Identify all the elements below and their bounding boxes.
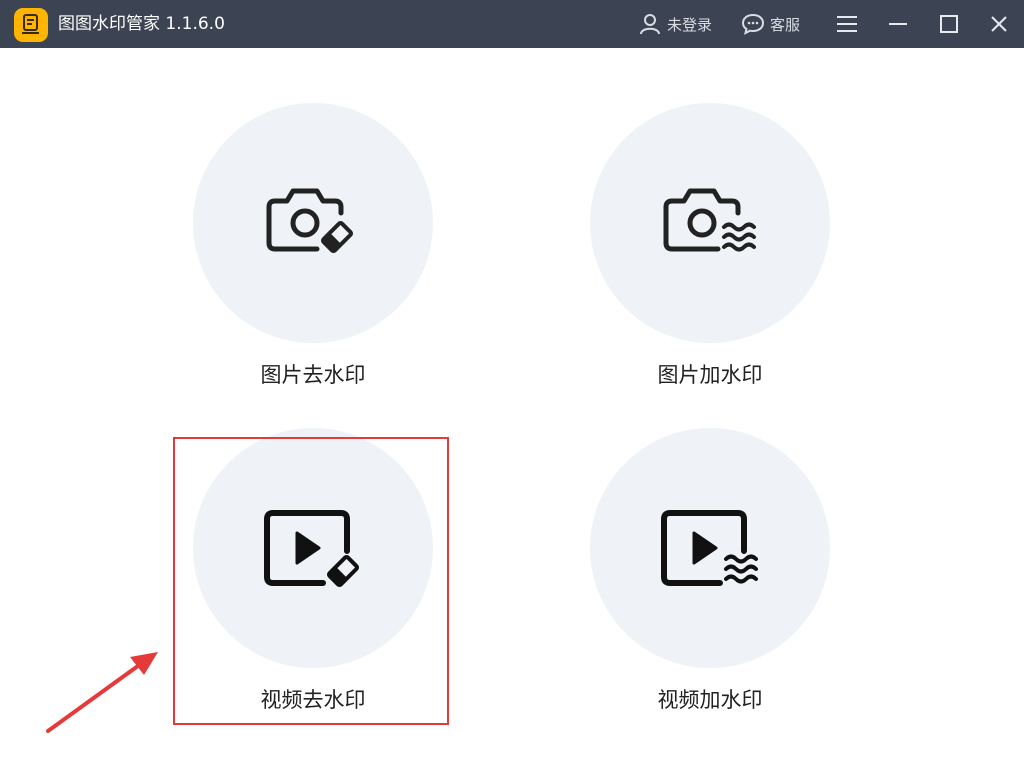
login-button[interactable]: 未登录 bbox=[638, 12, 712, 36]
annotation-arrow-icon bbox=[46, 652, 158, 733]
customer-service-button[interactable]: 客服 bbox=[741, 12, 800, 36]
image-remove-watermark-label[interactable]: 图片去水印 bbox=[193, 359, 433, 389]
highlight-box bbox=[173, 437, 449, 725]
video-add-watermark-label[interactable]: 视频加水印 bbox=[590, 684, 830, 714]
maximize-icon bbox=[940, 15, 958, 33]
image-add-watermark-card[interactable]: 图片加水印 bbox=[590, 103, 830, 403]
hamburger-menu-icon bbox=[837, 16, 857, 32]
close-button[interactable] bbox=[985, 10, 1013, 38]
app-title: 图图水印管家 1.1.6.0 bbox=[58, 14, 225, 34]
video-waves-icon bbox=[661, 510, 758, 586]
camera-eraser-icon bbox=[266, 188, 354, 254]
camera-waves-icon bbox=[663, 188, 756, 252]
user-icon bbox=[640, 14, 660, 35]
close-icon bbox=[991, 16, 1007, 32]
service-label: 客服 bbox=[770, 15, 801, 34]
image-remove-watermark-button[interactable] bbox=[193, 103, 433, 343]
minimize-button[interactable] bbox=[884, 10, 912, 38]
login-label: 未登录 bbox=[667, 15, 713, 34]
chat-bubble-icon bbox=[741, 13, 765, 35]
image-add-watermark-label[interactable]: 图片加水印 bbox=[590, 359, 830, 389]
minimize-icon bbox=[889, 23, 907, 25]
video-add-watermark-button[interactable] bbox=[590, 428, 830, 668]
maximize-button[interactable] bbox=[935, 10, 963, 38]
title-bar: 图图水印管家 1.1.6.0 未登录 客服 bbox=[0, 0, 1024, 48]
app-logo-icon bbox=[14, 8, 48, 42]
video-add-watermark-card[interactable]: 视频加水印 bbox=[590, 428, 830, 728]
image-remove-watermark-card[interactable]: 图片去水印 bbox=[193, 103, 433, 403]
menu-button[interactable] bbox=[833, 10, 861, 38]
image-add-watermark-button[interactable] bbox=[590, 103, 830, 343]
